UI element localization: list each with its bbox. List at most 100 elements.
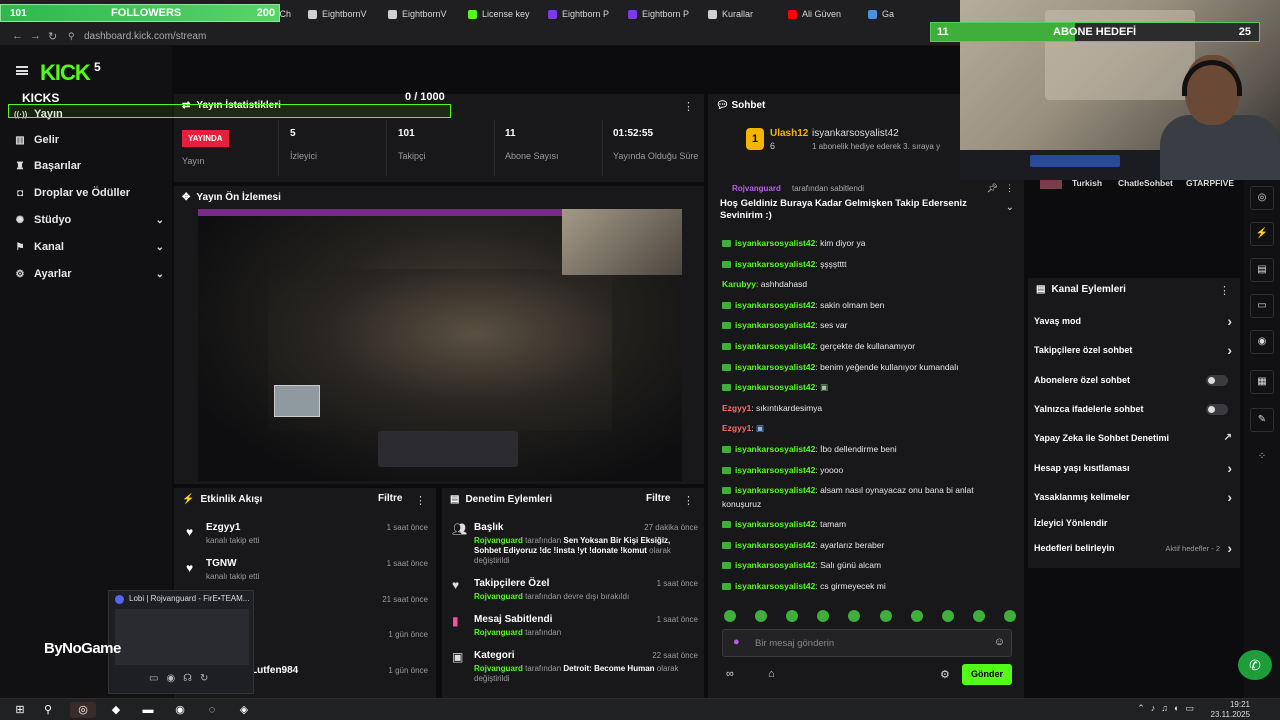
emoji-icon[interactable]: ☺: [994, 636, 1005, 648]
help-bubble-icon[interactable]: ✆: [1238, 650, 1272, 680]
audit-actor[interactable]: Rojvanguard: [474, 628, 523, 637]
audit-menu-icon[interactable]: ⋮: [683, 494, 694, 507]
channel-action[interactable]: İzleyici Yönlendir: [1034, 518, 1232, 532]
folder-icon[interactable]: ▬: [140, 702, 156, 718]
chat-username[interactable]: isyankarsosyalist42: [735, 259, 815, 269]
browser-tab[interactable]: Eightborn P: [540, 0, 620, 28]
brave-icon[interactable]: ◆: [108, 702, 124, 718]
pinned-menu-icon[interactable]: ⋮: [1005, 183, 1014, 194]
taskbar-app-icon[interactable]: ◎: [70, 702, 96, 718]
channel-action[interactable]: Hedefleri belirleyin › Aktif hedefler - 2: [1034, 540, 1232, 557]
toggle-switch[interactable]: [1206, 404, 1228, 415]
browser-tab[interactable]: Ali Güven: [780, 0, 860, 28]
app-icon[interactable]: ◈: [236, 702, 252, 718]
start-icon[interactable]: ⊞: [12, 702, 28, 718]
layout-icon[interactable]: ▦: [1250, 370, 1274, 394]
apps-icon[interactable]: ⁘: [1250, 446, 1274, 470]
browser-tab[interactable]: Eightborn P: [620, 0, 700, 28]
discord-icon[interactable]: ◉: [172, 702, 188, 718]
gear-icon[interactable]: ⚙: [940, 668, 950, 681]
clock[interactable]: 19:21 23.11.2025: [1211, 700, 1250, 720]
channel-action[interactable]: Yavaş mod ›: [1034, 313, 1232, 330]
infinity-icon[interactable]: ∞: [726, 668, 734, 680]
reload-icon[interactable]: ↻: [48, 30, 57, 43]
sidebar-item[interactable]: ⚙ Ayarlar ⌄: [14, 264, 164, 284]
stats-menu-icon[interactable]: ⋮: [683, 100, 694, 113]
chat-username[interactable]: isyankarsosyalist42: [735, 362, 815, 372]
events-filter-button[interactable]: Filtre: [378, 493, 402, 504]
chat-username[interactable]: Karubyy: [722, 279, 756, 289]
events-menu-icon[interactable]: ⋮: [415, 494, 426, 507]
emote-bar[interactable]: [724, 610, 1016, 622]
audit-actor[interactable]: Rojvanguard: [474, 592, 523, 601]
chat-username[interactable]: isyankarsosyalist42: [735, 465, 815, 475]
bolt-icon[interactable]: ⚡: [1250, 222, 1274, 246]
chat-username[interactable]: isyankarsosyalist42: [735, 540, 815, 550]
forward-icon[interactable]: →: [30, 30, 41, 42]
channel-action[interactable]: Yapay Zeka ile Sohbet Denetimi ↗: [1034, 432, 1232, 447]
stream-video[interactable]: [198, 209, 682, 481]
audit-actor[interactable]: Rojvanguard: [474, 664, 523, 673]
sidebar-item[interactable]: ▥ Gelir: [14, 130, 164, 150]
event-name[interactable]: TGNW: [206, 558, 237, 569]
gift-target[interactable]: isyankarsosyalist42: [812, 128, 899, 139]
chat-username[interactable]: isyankarsosyalist42: [735, 300, 815, 310]
send-button[interactable]: Gönder: [962, 664, 1012, 685]
browser-tab[interactable]: EightbornV: [380, 0, 460, 28]
url-text[interactable]: dashboard.kick.com/stream: [84, 31, 206, 42]
menu-icon[interactable]: [16, 66, 28, 75]
chevron-down-icon[interactable]: ⌄: [1006, 202, 1014, 213]
actions-menu-icon[interactable]: ⋮: [1219, 284, 1230, 297]
broadcast-icon[interactable]: ◉: [1250, 330, 1274, 354]
chat-username[interactable]: isyankarsosyalist42: [735, 581, 815, 591]
gift-user[interactable]: Ulash12: [770, 128, 808, 139]
chat-username[interactable]: Ezgyy1: [722, 423, 751, 433]
channel-action[interactable]: Abonelere özel sohbet: [1034, 375, 1232, 389]
audit-filter-button[interactable]: Filtre: [646, 493, 670, 504]
channel-action[interactable]: Yasaklanmış kelimeler ›: [1034, 489, 1232, 506]
emote-icon[interactable]: [817, 610, 830, 622]
chat-username[interactable]: isyankarsosyalist42: [735, 238, 815, 248]
audit-actor[interactable]: Rojvanguard: [474, 536, 523, 545]
browser-tab[interactable]: License key: [460, 0, 540, 28]
kick-logo[interactable]: KICK: [40, 60, 91, 86]
chat-username[interactable]: isyankarsosyalist42: [735, 485, 815, 495]
channel-action[interactable]: Takipçilere özel sohbet ›: [1034, 342, 1232, 359]
chat-username[interactable]: isyankarsosyalist42: [735, 444, 815, 454]
discord-controls[interactable]: ▭◉☊↻: [149, 673, 216, 684]
chat-username[interactable]: isyankarsosyalist42: [735, 341, 815, 351]
browser-tab[interactable]: Kurallar: [700, 0, 780, 28]
emote-icon[interactable]: [910, 610, 923, 622]
obs-icon[interactable]: ◌: [204, 702, 220, 718]
chat-username[interactable]: isyankarsosyalist42: [735, 382, 815, 392]
pin-icon[interactable]: 📌︎: [987, 183, 998, 194]
sidebar-item[interactable]: ⚑ Kanal ⌄: [14, 237, 164, 257]
chat-username[interactable]: isyankarsosyalist42: [735, 519, 815, 529]
sidebar-item[interactable]: ♜ Başarılar: [14, 156, 164, 176]
browser-tab[interactable]: Ga: [860, 0, 940, 28]
mic-icon[interactable]: ●: [733, 636, 740, 648]
emote-icon[interactable]: [941, 610, 954, 622]
browser-tab[interactable]: EightbornV: [300, 0, 380, 28]
search-icon[interactable]: ⚲: [40, 702, 56, 718]
emote-icon[interactable]: [879, 610, 892, 622]
document-icon[interactable]: ▤: [1250, 258, 1274, 282]
chat-input[interactable]: ● Bir mesaj gönderin ☺: [722, 629, 1012, 657]
chat-bubble-icon[interactable]: ▭: [1250, 294, 1274, 318]
toggle-switch[interactable]: [1206, 375, 1228, 386]
emote-icon[interactable]: [755, 610, 768, 622]
sidebar-item[interactable]: ✺ Stüdyo ⌄: [14, 210, 164, 230]
sidebar-item[interactable]: ◘ Droplar ve Ödüller: [14, 183, 164, 203]
emote-icon[interactable]: [972, 610, 985, 622]
emote-icon[interactable]: [1003, 610, 1016, 622]
back-icon[interactable]: ←: [12, 30, 23, 42]
address-bar[interactable]: ← → ↻ ⚲ dashboard.kick.com/stream: [0, 28, 960, 46]
channel-action[interactable]: Hesap yaşı kısıtlaması ›: [1034, 460, 1232, 477]
emote-icon[interactable]: [786, 610, 799, 622]
emote-icon[interactable]: [724, 610, 736, 622]
event-name[interactable]: Ezgyy1: [206, 522, 240, 533]
emote-icon[interactable]: [848, 610, 861, 622]
tray-icons[interactable]: ⌃♪♫◐▭: [1137, 703, 1200, 714]
channel-action[interactable]: Yalnızca ifadelerle sohbet: [1034, 404, 1232, 418]
discord-call-popup[interactable]: Lobi | Rojvanguard - FirE•TEAM... ▭◉☊↻: [108, 590, 254, 694]
